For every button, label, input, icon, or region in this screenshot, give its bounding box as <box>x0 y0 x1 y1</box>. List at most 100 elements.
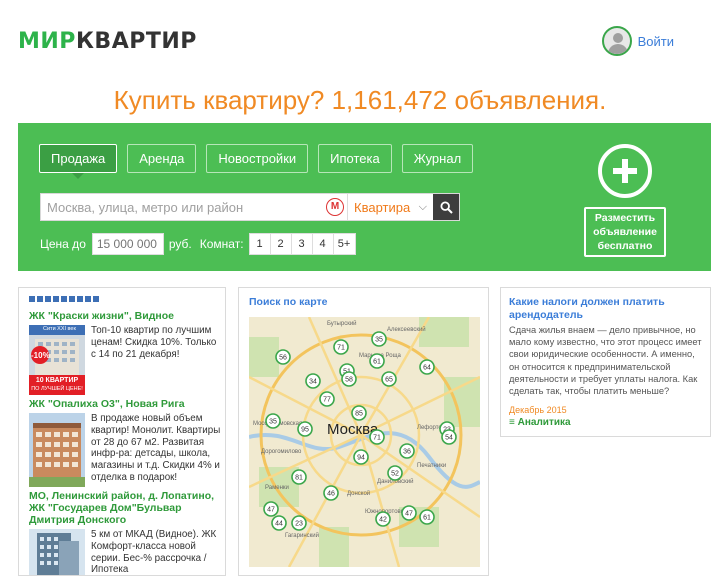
currency-label: руб. <box>168 237 192 251</box>
search-icon <box>439 200 453 214</box>
map-marker[interactable]: 58 <box>341 371 357 387</box>
map-marker[interactable]: 35 <box>371 331 387 347</box>
news-category[interactable]: ≡ Аналитика <box>509 417 571 428</box>
user-avatar-icon[interactable] <box>601 26 632 56</box>
ad-title[interactable]: ЖК "Опалиха О3", Новая Рига <box>29 398 221 410</box>
ad-title[interactable]: ЖК "Краски жизни", Видное <box>29 310 221 322</box>
rooms-option-3[interactable]: 3 <box>292 234 313 254</box>
tab-sale[interactable]: Продажа <box>39 144 118 179</box>
map-marker-label: 61 <box>423 515 431 522</box>
map-marker-label: 85 <box>355 411 363 418</box>
map-district-label: Печатники <box>417 463 446 469</box>
ad-building-image <box>29 529 85 575</box>
map-marker[interactable]: 56 <box>275 349 291 365</box>
tab-mortgage[interactable]: Ипотека <box>318 144 392 173</box>
ads-column: ЖК "Краски жизни", Видное Сити XXI век -… <box>18 287 226 576</box>
ad-text: Топ-10 квартир по лучшим ценам! Скидка 1… <box>91 325 217 360</box>
property-type-select[interactable]: Квартира ⌵ <box>347 194 433 220</box>
rooms-label: Комнат: <box>199 237 244 251</box>
map-marker[interactable]: 65 <box>381 371 397 387</box>
map-marker-label: 54 <box>445 435 453 442</box>
map-marker[interactable]: 46 <box>323 485 339 501</box>
map-marker[interactable]: 95 <box>297 421 313 437</box>
price-label: Цена до <box>40 237 86 251</box>
add-listing-plus-icon[interactable] <box>598 144 652 198</box>
ad-image[interactable] <box>29 413 85 487</box>
map-marker[interactable]: 36 <box>399 443 415 459</box>
map-district-label: Алексеевский <box>387 326 426 333</box>
metro-button[interactable]: M <box>323 194 347 220</box>
ad-title[interactable]: МО, Ленинский район, д. Лопатино, ЖК "Го… <box>29 490 221 526</box>
ad-building-image <box>29 413 85 487</box>
search-tabs: Продажа Аренда Новостройки Ипотека Журна… <box>39 144 474 179</box>
news-card[interactable]: Какие налоги должен платить арендодатель… <box>500 287 711 437</box>
map-marker[interactable]: 94 <box>353 449 369 465</box>
map-district-label: Гагаринский <box>285 532 319 539</box>
map-marker-label: 36 <box>403 449 411 456</box>
map-marker[interactable]: 71 <box>369 429 385 445</box>
login-area[interactable]: Войти <box>601 26 674 56</box>
map-marker-label: 42 <box>379 517 387 524</box>
rooms-option-4[interactable]: 4 <box>313 234 334 254</box>
ad-item[interactable]: МО, Ленинский район, д. Лопатино, ЖК "Го… <box>29 490 221 575</box>
map-marker[interactable]: 61 <box>419 509 435 525</box>
map-marker-label: 71 <box>373 435 381 442</box>
map-marker[interactable]: 23 <box>291 515 307 531</box>
map-district-label: Дорогомилово <box>261 449 302 455</box>
map-marker[interactable]: 52 <box>387 465 403 481</box>
logo-kvartir: КВАРТИР <box>75 29 197 54</box>
search-button[interactable] <box>433 194 459 220</box>
search-bar: M Квартира ⌵ <box>40 193 460 221</box>
tab-journal[interactable]: Журнал <box>401 144 474 173</box>
map-district-label: Раменки <box>265 485 289 491</box>
ad-text: В продаже новый объем квартир! Монолит. … <box>91 413 221 483</box>
rooms-selector: 1 2 3 4 5+ <box>248 233 356 255</box>
tab-rent[interactable]: Аренда <box>127 144 197 173</box>
site-logo[interactable]: МИРКВАРТИР <box>18 29 197 54</box>
ad-item[interactable]: ЖК "Краски жизни", Видное Сити XXI век -… <box>29 310 221 395</box>
map-marker[interactable]: 35 <box>265 413 281 429</box>
list-icon: ≡ <box>509 417 515 428</box>
moscow-map[interactable]: Бутырский Алексеевский Марьина Роща Раме… <box>248 316 481 568</box>
map-widget[interactable]: Бутырский Алексеевский Марьина Роща Раме… <box>248 316 481 568</box>
map-marker-label: 34 <box>309 379 317 386</box>
ad-building-image <box>29 325 85 395</box>
map-marker[interactable]: 47 <box>263 501 279 517</box>
news-date: Декабрь 2015 <box>509 405 567 415</box>
rooms-option-1[interactable]: 1 <box>250 234 271 254</box>
map-marker[interactable]: 42 <box>375 511 391 527</box>
page: МИРКВАРТИР Войти Купить квартиру? 1,161,… <box>0 0 720 576</box>
post-listing-button[interactable]: Разместить объявление бесплатно <box>584 207 666 257</box>
map-marker[interactable]: 71 <box>333 339 349 355</box>
map-marker-label: 52 <box>391 471 399 478</box>
map-marker[interactable]: 85 <box>351 405 367 421</box>
rooms-option-2[interactable]: 2 <box>271 234 292 254</box>
map-marker-label: 95 <box>301 427 309 434</box>
map-marker[interactable]: 81 <box>291 469 307 485</box>
ad-banner-strip <box>29 296 99 302</box>
news-title[interactable]: Какие налоги должен платить арендодатель <box>509 296 705 322</box>
rooms-option-5plus[interactable]: 5+ <box>334 234 355 254</box>
login-link[interactable]: Войти <box>638 34 674 49</box>
map-marker-label: 58 <box>345 377 353 384</box>
map-column: Поиск по карте Бутырский Алексеевский Ро… <box>238 287 489 576</box>
location-search-input[interactable] <box>41 194 323 220</box>
map-marker-label: 56 <box>279 355 287 362</box>
ad-badge-bottom: ПО ЛУЧШЕЙ ЦЕНЕ! <box>31 386 83 392</box>
map-marker[interactable]: 61 <box>369 353 385 369</box>
map-marker-label: 64 <box>423 365 431 372</box>
map-search-title[interactable]: Поиск по карте <box>249 296 327 308</box>
map-marker[interactable]: 64 <box>419 359 435 375</box>
map-marker-label: 35 <box>375 337 383 344</box>
map-marker[interactable]: 44 <box>271 515 287 531</box>
map-marker[interactable]: 34 <box>305 373 321 389</box>
map-marker[interactable]: 77 <box>319 391 335 407</box>
map-marker[interactable]: 54 <box>441 429 457 445</box>
filters-row: Цена до руб. Комнат: 1 2 3 4 5+ <box>40 233 356 255</box>
tab-new-buildings[interactable]: Новостройки <box>206 144 309 173</box>
ad-image[interactable]: Сити XXI век -10% 10 КВАРТИР ПО ЛУЧШЕЙ Ц… <box>29 325 85 395</box>
ad-image[interactable] <box>29 529 85 575</box>
max-price-input[interactable] <box>91 233 164 255</box>
map-marker[interactable]: 47 <box>401 505 417 521</box>
ad-item[interactable]: ЖК "Опалиха О3", Новая Рига В продаже но… <box>29 398 221 487</box>
